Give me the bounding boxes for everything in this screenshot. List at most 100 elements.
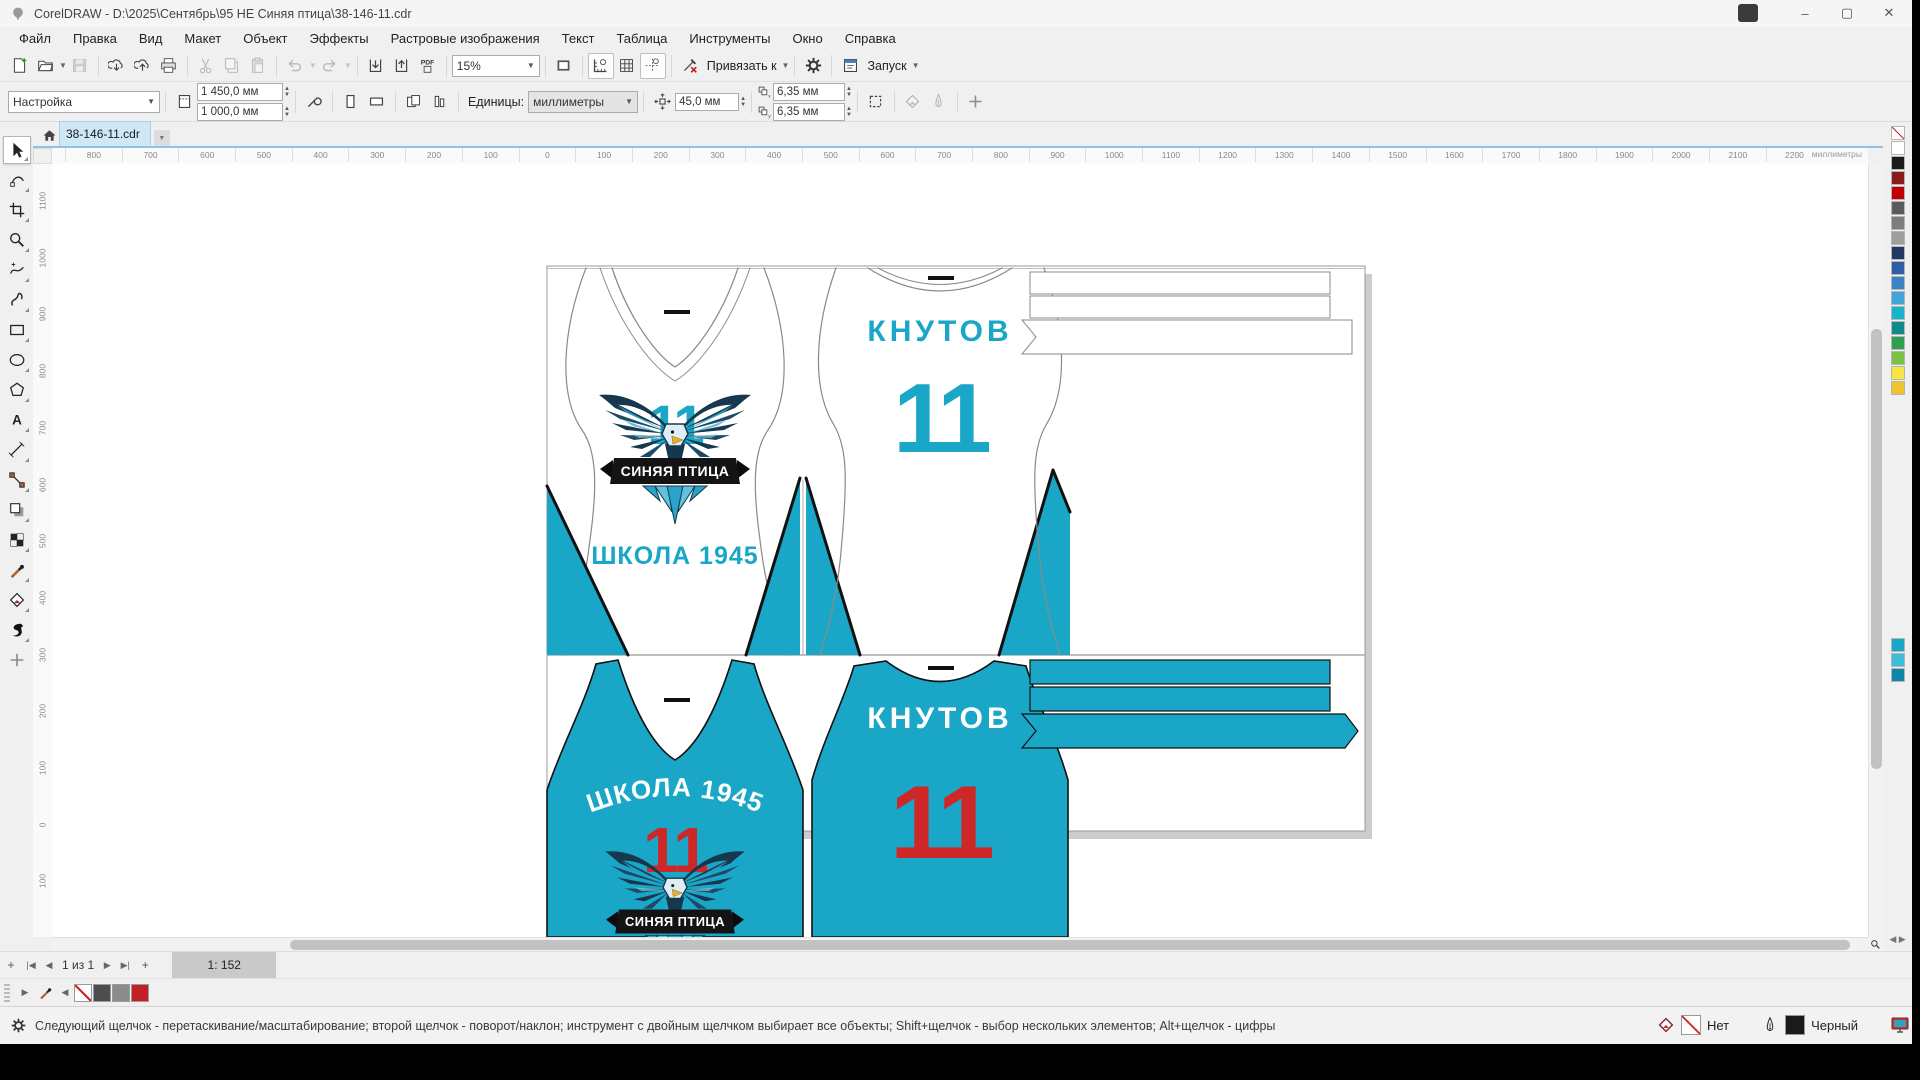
document-tab[interactable]: 38-146-11.cdr bbox=[59, 121, 151, 146]
copy-button[interactable] bbox=[219, 53, 245, 79]
horizontal-ruler[interactable]: 8007006005004003002001000100200300400500… bbox=[52, 148, 1868, 165]
display-settings-icon[interactable] bbox=[1890, 1015, 1910, 1035]
smart-fill-tool[interactable] bbox=[3, 616, 31, 644]
menu-item-файл[interactable]: Файл bbox=[8, 28, 62, 49]
cloud-download-button[interactable] bbox=[104, 53, 130, 79]
vertical-scrollbar-thumb[interactable] bbox=[1871, 329, 1882, 769]
menu-item-текст[interactable]: Текст bbox=[551, 28, 606, 49]
save-button[interactable] bbox=[67, 53, 93, 79]
launch-label[interactable]: Запуск bbox=[867, 59, 906, 73]
color-swatch[interactable] bbox=[1891, 321, 1905, 335]
rectangle-tool[interactable] bbox=[3, 316, 31, 344]
ellipse-tool[interactable] bbox=[3, 346, 31, 374]
zoom-level-combobox[interactable]: 15%▼ bbox=[452, 55, 540, 77]
landscape-button[interactable] bbox=[364, 89, 390, 115]
page-tab[interactable]: 1: 152 bbox=[172, 952, 276, 979]
color-swatch[interactable] bbox=[1891, 381, 1905, 395]
color-swatch[interactable] bbox=[1891, 231, 1905, 245]
menu-item-эффекты[interactable]: Эффекты bbox=[299, 28, 380, 49]
menu-item-инструменты[interactable]: Инструменты bbox=[678, 28, 781, 49]
add-tool-button[interactable] bbox=[3, 646, 31, 674]
polygon-tool[interactable] bbox=[3, 376, 31, 404]
color-swatch[interactable] bbox=[1891, 141, 1905, 155]
snap-off-button[interactable] bbox=[677, 53, 703, 79]
duplicate-y-spinner[interactable]: ▲▼ bbox=[846, 106, 852, 118]
palette-drag-handle[interactable] bbox=[4, 984, 10, 1002]
redo-button[interactable] bbox=[317, 53, 343, 79]
no-color-swatch[interactable] bbox=[1891, 126, 1905, 140]
page-width-field[interactable]: 1 450,0 мм bbox=[197, 83, 283, 101]
duplicate-y-field[interactable]: 6,35 мм bbox=[773, 103, 845, 121]
treat-as-filled-toggle[interactable] bbox=[863, 89, 889, 115]
add-property-button[interactable] bbox=[963, 89, 989, 115]
quick-zoom-button[interactable] bbox=[1868, 937, 1883, 951]
color-swatch[interactable] bbox=[1891, 653, 1905, 667]
publish-pdf-button[interactable] bbox=[415, 53, 441, 79]
drawing-canvas[interactable]: 11 КНУТОВ 11 ШКОЛА 1945 bbox=[52, 164, 1868, 937]
cloud-upload-button[interactable] bbox=[130, 53, 156, 79]
snap-to-dropdown[interactable]: ▼ bbox=[782, 61, 790, 70]
close-button[interactable]: ✕ bbox=[1868, 0, 1910, 26]
undo-button[interactable] bbox=[282, 53, 308, 79]
color-swatch[interactable] bbox=[1891, 246, 1905, 260]
tray-icon[interactable] bbox=[1738, 4, 1758, 22]
color-swatch[interactable] bbox=[1891, 216, 1905, 230]
horizontal-scrollbar-thumb[interactable] bbox=[290, 940, 1850, 950]
previous-page-button[interactable]: ◀ bbox=[40, 960, 58, 971]
next-page-button[interactable]: ▶ bbox=[98, 960, 116, 971]
palette-eyedropper-icon[interactable] bbox=[34, 982, 56, 1004]
interactive-fill-tool[interactable] bbox=[3, 586, 31, 614]
page-height-spinner[interactable]: ▲▼ bbox=[284, 106, 290, 118]
import-button[interactable] bbox=[363, 53, 389, 79]
duplicate-x-spinner[interactable]: ▲▼ bbox=[846, 86, 852, 98]
add-page-button-left[interactable]: + bbox=[0, 958, 22, 972]
color-swatch[interactable] bbox=[1891, 306, 1905, 320]
launch-dropdown[interactable]: ▼ bbox=[912, 61, 920, 70]
color-swatch[interactable] bbox=[1891, 638, 1905, 652]
text-tool[interactable] bbox=[3, 406, 31, 434]
color-swatch[interactable] bbox=[1891, 366, 1905, 380]
current-page-button[interactable] bbox=[427, 89, 453, 115]
color-swatch[interactable] bbox=[1891, 351, 1905, 365]
all-pages-button[interactable] bbox=[401, 89, 427, 115]
freehand-tool[interactable] bbox=[3, 256, 31, 284]
redo-dropdown[interactable]: ▼ bbox=[344, 61, 352, 70]
color-swatch[interactable] bbox=[1891, 336, 1905, 350]
page-width-spinner[interactable]: ▲▼ bbox=[284, 86, 290, 98]
launcher-icon[interactable] bbox=[837, 53, 863, 79]
open-button[interactable] bbox=[32, 53, 58, 79]
last-page-button[interactable]: ▶| bbox=[116, 960, 134, 971]
menu-item-объект[interactable]: Объект bbox=[232, 28, 298, 49]
autofit-page-button[interactable] bbox=[301, 89, 327, 115]
preset-combobox[interactable]: Настройка▼ bbox=[8, 91, 160, 113]
color-eyedropper-tool[interactable] bbox=[3, 556, 31, 584]
menu-item-вид[interactable]: Вид bbox=[128, 28, 174, 49]
add-page-button-right[interactable]: + bbox=[134, 958, 156, 972]
home-tab-button[interactable] bbox=[39, 124, 59, 146]
nudge-spinner[interactable]: ▲▼ bbox=[740, 96, 746, 108]
snap-to-label[interactable]: Привязать к bbox=[707, 59, 777, 73]
tab-list-dropdown[interactable]: ▼ bbox=[154, 130, 170, 146]
maximize-button[interactable]: ▢ bbox=[1826, 0, 1868, 26]
cut-button[interactable] bbox=[193, 53, 219, 79]
connector-tool[interactable] bbox=[3, 466, 31, 494]
export-button[interactable] bbox=[389, 53, 415, 79]
minimize-button[interactable]: – bbox=[1784, 0, 1826, 26]
fullscreen-preview-button[interactable] bbox=[551, 53, 577, 79]
menu-item-справка[interactable]: Справка bbox=[834, 28, 907, 49]
crop-tool[interactable] bbox=[3, 196, 31, 224]
color-swatch[interactable] bbox=[1891, 156, 1905, 170]
edit-outline-button[interactable] bbox=[926, 89, 952, 115]
shape-tool[interactable] bbox=[3, 166, 31, 194]
zoom-tool[interactable] bbox=[3, 226, 31, 254]
horizontal-scrollbar[interactable] bbox=[52, 937, 1868, 951]
ruler-origin-box[interactable] bbox=[33, 148, 52, 164]
palette-flyout-buttons[interactable]: ◀ ▶ bbox=[1889, 934, 1905, 945]
open-dropdown[interactable]: ▼ bbox=[59, 61, 67, 70]
fill-color-icon[interactable] bbox=[1657, 1016, 1675, 1034]
show-grid-toggle[interactable] bbox=[614, 53, 640, 79]
duplicate-x-field[interactable]: 6,35 мм bbox=[773, 83, 845, 101]
menu-item-макет[interactable]: Макет bbox=[173, 28, 232, 49]
menu-item-растровые изображения[interactable]: Растровые изображения bbox=[380, 28, 551, 49]
outline-pen-icon[interactable] bbox=[1761, 1016, 1779, 1034]
